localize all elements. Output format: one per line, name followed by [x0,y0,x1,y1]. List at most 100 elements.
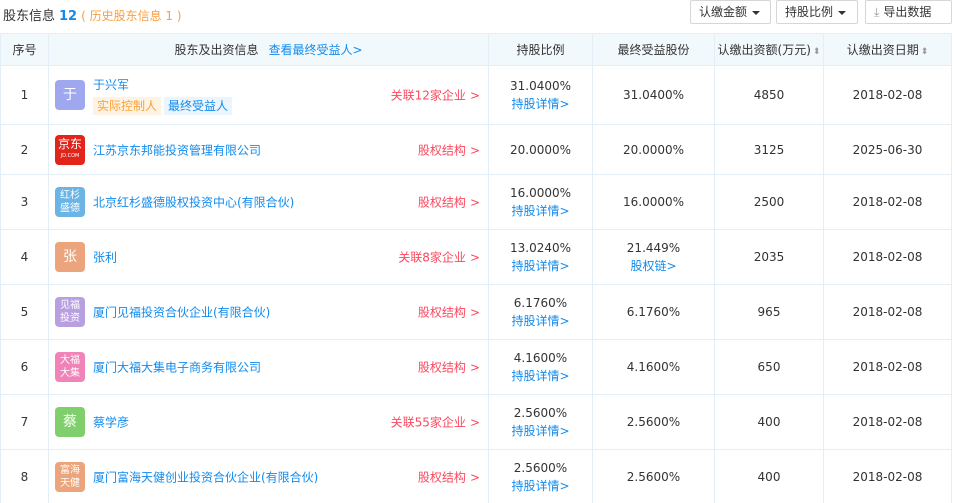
benefit-cell: 2.5600% [592,449,715,503]
table-body: 1 于于兴军 实际控制人 最终受益人 关联12家企业 >31.0400% 持股详情> 31.0… [0,65,952,503]
section-title: 股东信息 12( 历史股东信息 1 ) [3,5,182,24]
holder-tag[interactable]: 实际控制人 [93,97,162,115]
chevron-right-icon: > [469,360,480,375]
col-amount[interactable]: 认缴出资额(万元) ⬍ [714,33,824,66]
holder-name-link[interactable]: 厦门见福投资合伙企业(有限合伙) [93,304,270,321]
holding-detail-link[interactable]: 持股详情> [489,202,592,220]
col-benefit-label: 最终受益股份 [617,43,690,57]
logo-text: 见福投资 [60,300,80,324]
logo-text: 大福大集 [60,355,80,379]
holder-name-link[interactable]: 江苏京东邦能投资管理有限公司 [93,141,261,158]
col-benefit: 最终受益股份 [592,33,715,66]
col-date[interactable]: 认缴出资日期 ⬍ [823,33,952,66]
holder-logo[interactable]: 见福投资 [55,297,85,327]
holder-name-link[interactable]: 厦门富海天健创业投资合伙企业(有限合伙) [93,469,318,486]
chevron-right-icon: > [469,143,480,157]
chevron-right-icon: > [469,305,480,320]
sort-icon[interactable]: ⬍ [921,47,929,57]
holder-cell: 于于兴军实际控制人 最终受益人 关联12家企业 > [48,65,489,125]
row-index: 8 [0,449,49,503]
logo-text: 京东 [57,136,82,151]
related-link[interactable]: 关联12家企业 > [391,87,480,104]
related-link[interactable]: 关联55家企业 > [391,414,480,431]
view-beneficiaries-link[interactable]: 查看最终受益人> [268,43,362,57]
table-row: 4 张张利 关联8家企业 >13.0240% 持股详情> 21.449% 股权链> 2035 2… [0,229,952,285]
row-index: 3 [0,174,49,230]
amount-cell: 965 [714,284,824,340]
benefit-value: 6.1760% [626,305,681,319]
row-index: 2 [0,124,49,175]
holding-detail-link[interactable]: 持股详情> [489,95,592,113]
holder-cell: 见福投资 厦门见福投资合伙企业(有限合伙) 股权结构 > [48,284,489,340]
related-link[interactable]: 股权结构 > [418,304,480,321]
sort-amount-label: 认缴金额 [699,5,748,19]
ratio-value: 6.1760% [513,296,568,310]
holder-tag[interactable]: 最终受益人 [164,97,233,115]
equity-chain-link[interactable]: 股权链> [593,257,714,275]
ratio-cell: 13.0240% 持股详情> [488,229,593,285]
holding-detail-link[interactable]: 持股详情> [489,312,592,330]
benefit-value: 2.5600% [626,470,681,484]
ratio-value: 20.0000% [509,142,572,157]
ratio-value: 13.0240% [509,241,572,255]
related-link[interactable]: 股权结构 > [418,141,480,158]
table-row: 8 富海天健 厦门富海天健创业投资合伙企业(有限合伙) 股权结构 > 2.5600% 持股详… [0,449,952,503]
section-title-text: 股东信息 [3,9,56,24]
holder-name-link[interactable]: 于兴军 [93,76,129,93]
history-shareholders-link[interactable]: ( 历史股东信息 1 ) [81,9,181,23]
benefit-cell: 21.449% 股权链> [592,229,715,285]
related-link-label: 股权结构 [417,470,466,485]
holder-name-link[interactable]: 蔡学彦 [93,414,129,431]
related-link[interactable]: 股权结构 > [418,469,480,486]
table-row: 2 京东 JD.COM 江苏京东邦能投资管理有限公司 股权结构 >20.0000% 20.0… [0,124,952,175]
chevron-right-icon: > [469,88,480,103]
chevron-right-icon: > [469,195,480,210]
holder-name-link[interactable]: 厦门大福大集电子商务有限公司 [93,359,261,376]
holder-logo[interactable]: 张 [55,242,85,272]
download-icon: ⤓ [874,5,880,19]
holder-cell: 张张利 关联8家企业 > [48,229,489,285]
holder-logo[interactable]: 京东 JD.COM [55,134,85,165]
related-link[interactable]: 股权结构 > [418,359,480,376]
sort-amount-dropdown[interactable]: 认缴金额 [690,0,771,24]
related-link[interactable]: 关联8家企业 > [398,249,480,266]
date-cell: 2018-02-08 [823,284,952,340]
holder-logo[interactable]: 大福大集 [55,352,85,382]
row-index: 4 [0,229,49,285]
benefit-value: 2.5600% [626,415,681,429]
table-header-row: 序号 股东及出资信息 查看最终受益人> 持股比例 最终受益股份 认缴出资额(万元)… [0,33,952,66]
date-cell: 2018-02-08 [823,339,952,395]
table-row: 1 于于兴军 实际控制人 最终受益人 关联12家企业 >31.0400% 持股详情> 31.0… [0,65,952,125]
ratio-cell: 2.5600% 持股详情> [488,449,593,503]
section-header: 股东信息 12( 历史股东信息 1 ) 认缴金额 持股比例 ⤓ 导出数据 [0,0,955,28]
ratio-value: 31.0400% [509,79,572,93]
ratio-cell: 16.0000% 持股详情> [488,174,593,230]
amount-cell: 2500 [714,174,824,230]
ratio-value: 2.5600% [513,461,568,475]
col-holder: 股东及出资信息 查看最终受益人> [48,33,489,66]
related-link[interactable]: 股权结构 > [418,194,480,211]
logo-subtext: JD.COM [60,152,80,159]
holder-logo[interactable]: 蔡 [55,407,85,437]
holder-logo[interactable]: 富海天健 [55,462,85,492]
holder-name-link[interactable]: 北京红杉盛德股权投资中心(有限合伙) [93,194,294,211]
row-index: 7 [0,394,49,450]
sort-icon[interactable]: ⬍ [813,47,821,57]
benefit-cell: 31.0400% [592,65,715,125]
holder-name-link[interactable]: 张利 [93,249,117,266]
holding-detail-link[interactable]: 持股详情> [489,257,592,275]
holding-detail-link[interactable]: 持股详情> [489,477,592,495]
export-label: 导出数据 [883,5,932,19]
benefit-value: 4.1600% [626,360,681,374]
sort-ratio-dropdown[interactable]: 持股比例 [776,0,858,24]
col-index: 序号 [0,33,49,66]
holding-detail-link[interactable]: 持股详情> [489,422,592,440]
related-link-label: 股权结构 [417,195,466,210]
holder-logo[interactable]: 于 [55,80,85,110]
export-button[interactable]: ⤓ 导出数据 [865,0,952,24]
holding-detail-link[interactable]: 持股详情> [489,367,592,385]
amount-cell: 2035 [714,229,824,285]
sort-ratio-label: 持股比例 [785,5,834,19]
related-link-label: 股权结构 [417,305,466,320]
holder-logo[interactable]: 红杉盛德 [55,187,85,217]
